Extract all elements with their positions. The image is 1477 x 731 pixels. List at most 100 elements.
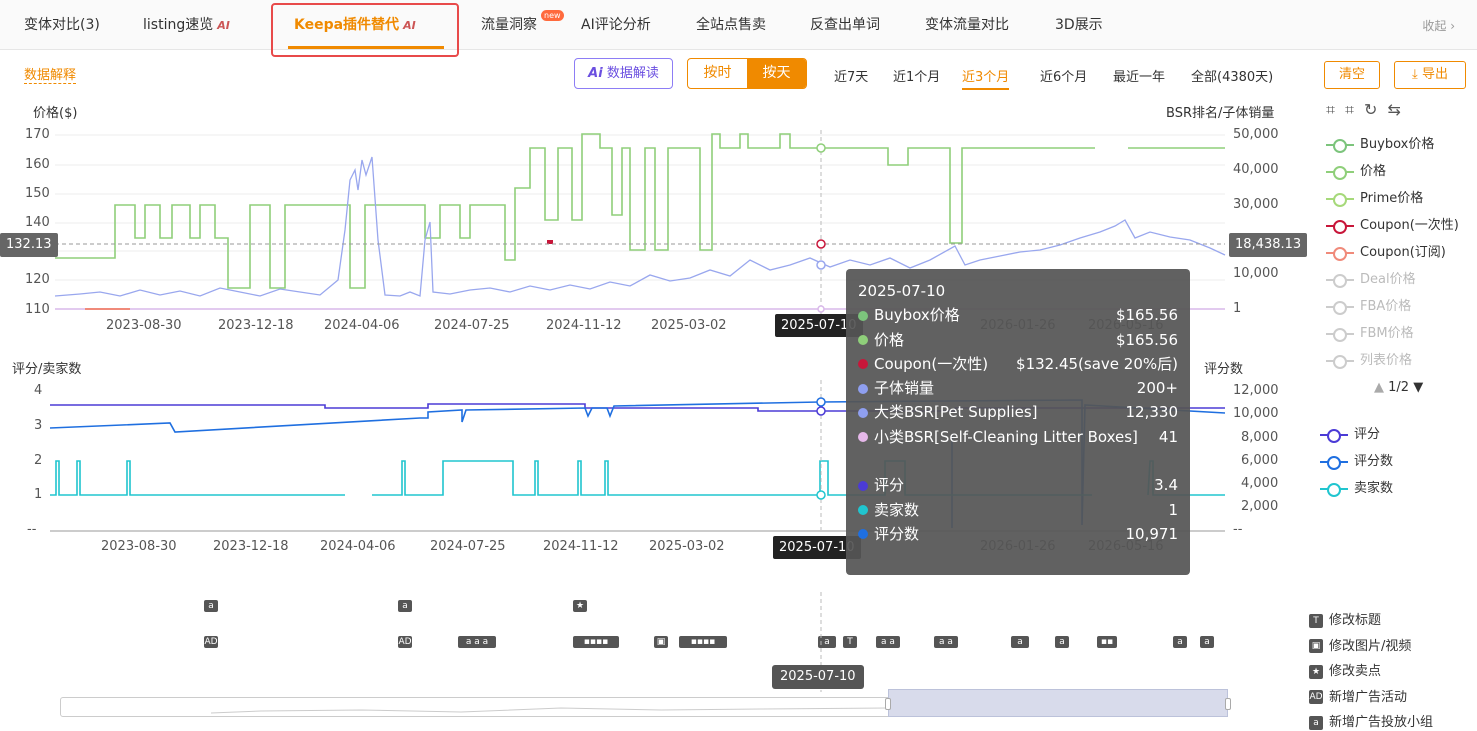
event-cluster-icon[interactable]: ▪▪ <box>1097 636 1117 648</box>
tab-variant-compare[interactable]: 变体对比(3) <box>24 0 100 50</box>
event-ad-icon[interactable]: AD <box>398 636 412 648</box>
event-legend-label: 新增广告活动 <box>1329 689 1408 705</box>
series-dot-icon <box>858 383 868 394</box>
tooltip-value: $165.56 <box>1115 306 1178 325</box>
event-adgroup-icon[interactable]: a a a <box>458 636 496 648</box>
event-adgroup-icon[interactable]: a <box>398 600 412 612</box>
legend-pager[interactable]: ▲ 1/2 ▼ <box>1374 380 1423 395</box>
swap-icon[interactable]: ⇆ <box>1387 100 1410 119</box>
legend-label: 卖家数 <box>1354 481 1394 496</box>
x-tick: 2023-08-30 <box>101 539 177 554</box>
series-dot-icon <box>858 529 868 540</box>
slider-handle-left[interactable] <box>885 698 891 710</box>
data-explain-link[interactable]: 数据解释 <box>24 64 77 84</box>
bsr-axis-title: BSR排名/子体销量 <box>1166 106 1275 121</box>
event-legend-item: a 新增广告投放小组 <box>1309 711 1433 730</box>
legend-swatch-icon <box>1326 138 1354 153</box>
event-image-icon[interactable]: ▣ <box>654 636 668 648</box>
event-ad-icon[interactable]: AD <box>204 636 218 648</box>
tooltip-row: 价格 $165.56 <box>858 328 1178 352</box>
tooltip-row: Coupon(一次性) $132.45(save 20%后) <box>858 352 1178 376</box>
tab-label: AI评论分析 <box>581 17 651 33</box>
by-day-button[interactable]: 按天 <box>747 59 806 88</box>
crop-reset-icon[interactable]: ⌗ <box>1345 100 1364 119</box>
tooltip-row: Buybox价格 $165.56 <box>858 303 1178 327</box>
top-tab-bar: 变体对比(3) listing速览 AI Keepa插件替代 AI 流量洞察 new… <box>0 0 1477 50</box>
tooltip-row: 评分 3.4 <box>858 473 1178 497</box>
tab-listing-overview[interactable]: listing速览 AI <box>143 0 230 50</box>
event-adgroup-icon[interactable]: a a <box>934 636 958 648</box>
tooltip-row: 小类BSR[Self-Cleaning Litter Boxes] 41 <box>858 425 1178 449</box>
triangle-down-icon[interactable]: ▼ <box>1413 380 1423 395</box>
slider-handle-right[interactable] <box>1225 698 1231 710</box>
event-adgroup-icon[interactable]: a <box>1011 636 1029 648</box>
tab-label: 变体流量对比 <box>925 17 1009 33</box>
legend-item[interactable]: 评分数 <box>1320 454 1393 470</box>
event-adgroup-icon[interactable]: a <box>1055 636 1069 648</box>
event-adgroup-icon[interactable]: a <box>1173 636 1187 648</box>
tooltip-label: Coupon(一次性) <box>874 354 989 373</box>
legend-swatch-icon <box>1320 482 1348 497</box>
ai-interpret-button[interactable]: Ai 数据解读 <box>574 58 673 89</box>
range-3m[interactable]: 近3个月 <box>962 66 1010 90</box>
tab-reverse-keywords[interactable]: 反查出单词 <box>810 0 880 50</box>
tab-ai-review[interactable]: AI评论分析 <box>581 0 651 50</box>
event-cluster-icon[interactable]: ▪▪▪▪ <box>679 636 727 648</box>
event-legend-item: T 修改标题 <box>1309 609 1381 628</box>
x-tick: 2024-11-12 <box>543 539 619 554</box>
legend-item[interactable]: 价格 <box>1326 164 1386 180</box>
tooltip-value: 12,330 <box>1125 403 1179 422</box>
range-1m[interactable]: 近1个月 <box>893 66 940 85</box>
legend-label: 评分数 <box>1354 454 1394 469</box>
series-dot-icon <box>858 407 868 418</box>
ai-interpret-label: 数据解读 <box>606 66 659 81</box>
event-adgroup-icon[interactable]: a <box>1200 636 1214 648</box>
slider-window[interactable] <box>885 689 1231 717</box>
crop-icon[interactable]: ⌗ <box>1326 100 1345 119</box>
tooltip-label: 小类BSR[Self-Cleaning Litter Boxes] <box>874 427 1138 446</box>
event-cluster-icon[interactable]: ▪▪▪▪ <box>573 636 619 648</box>
legend-item[interactable]: Coupon(订阅) <box>1326 245 1446 261</box>
tab-3d-view[interactable]: 3D展示 <box>1055 0 1103 50</box>
legend-item[interactable]: Buybox价格 <box>1326 137 1434 153</box>
tooltip-label: 卖家数 <box>874 500 920 519</box>
event-title-icon[interactable]: T <box>843 636 857 648</box>
legend-item[interactable]: Prime价格 <box>1326 191 1423 207</box>
tooltip-label: 子体销量 <box>874 379 935 398</box>
event-adgroup-icon[interactable]: a <box>204 600 218 612</box>
legend-item[interactable]: 卖家数 <box>1320 481 1393 497</box>
legend-item[interactable]: Coupon(一次性) <box>1326 218 1459 234</box>
legend-item[interactable]: FBM价格 <box>1326 326 1414 342</box>
event-adgroup-icon[interactable]: a a <box>876 636 900 648</box>
tooltip-row: 卖家数 1 <box>858 498 1178 522</box>
range-all[interactable]: 全部(4380天) <box>1191 66 1273 85</box>
export-button[interactable]: ⤓ 导出 <box>1394 61 1466 89</box>
refresh-icon[interactable]: ↻ <box>1364 100 1387 119</box>
legend-item[interactable]: Deal价格 <box>1326 272 1416 288</box>
event-star-icon[interactable]: ★ <box>573 600 587 612</box>
clear-button[interactable]: 清空 <box>1324 61 1380 89</box>
legend-item[interactable]: FBA价格 <box>1326 299 1411 315</box>
tab-variant-traffic[interactable]: 变体流量对比 <box>925 0 1009 50</box>
triangle-up-icon[interactable]: ▲ <box>1374 380 1384 395</box>
legend-label: FBA价格 <box>1360 299 1412 314</box>
hover-point-bsr <box>816 260 826 270</box>
range-7d[interactable]: 近7天 <box>834 66 868 85</box>
tab-traffic-insight[interactable]: 流量洞察 <box>481 0 537 50</box>
legend-label: Buybox价格 <box>1360 137 1435 152</box>
series-dot-icon <box>858 359 868 370</box>
legend-item[interactable]: 评分 <box>1320 427 1380 443</box>
legend-label: Deal价格 <box>1360 272 1416 287</box>
collapse-button[interactable]: 收起 › <box>1422 17 1455 34</box>
event-legend-item: ▣ 修改图片/视频 <box>1309 635 1411 654</box>
range-1y[interactable]: 最近一年 <box>1113 66 1165 85</box>
legend-item[interactable]: 列表价格 <box>1326 353 1412 369</box>
tooltip-row: 大类BSR[Pet Supplies] 12,330 <box>858 400 1178 424</box>
tab-all-sites[interactable]: 全站点售卖 <box>696 0 766 50</box>
download-icon: ⤓ <box>1412 67 1418 82</box>
tooltip-label: 评分 <box>874 476 905 495</box>
by-hour-button[interactable]: 按时 <box>688 59 747 88</box>
price-axis-title: 价格($) <box>33 106 78 121</box>
tooltip-value: $165.56 <box>1115 330 1178 349</box>
range-6m[interactable]: 近6个月 <box>1040 66 1087 85</box>
